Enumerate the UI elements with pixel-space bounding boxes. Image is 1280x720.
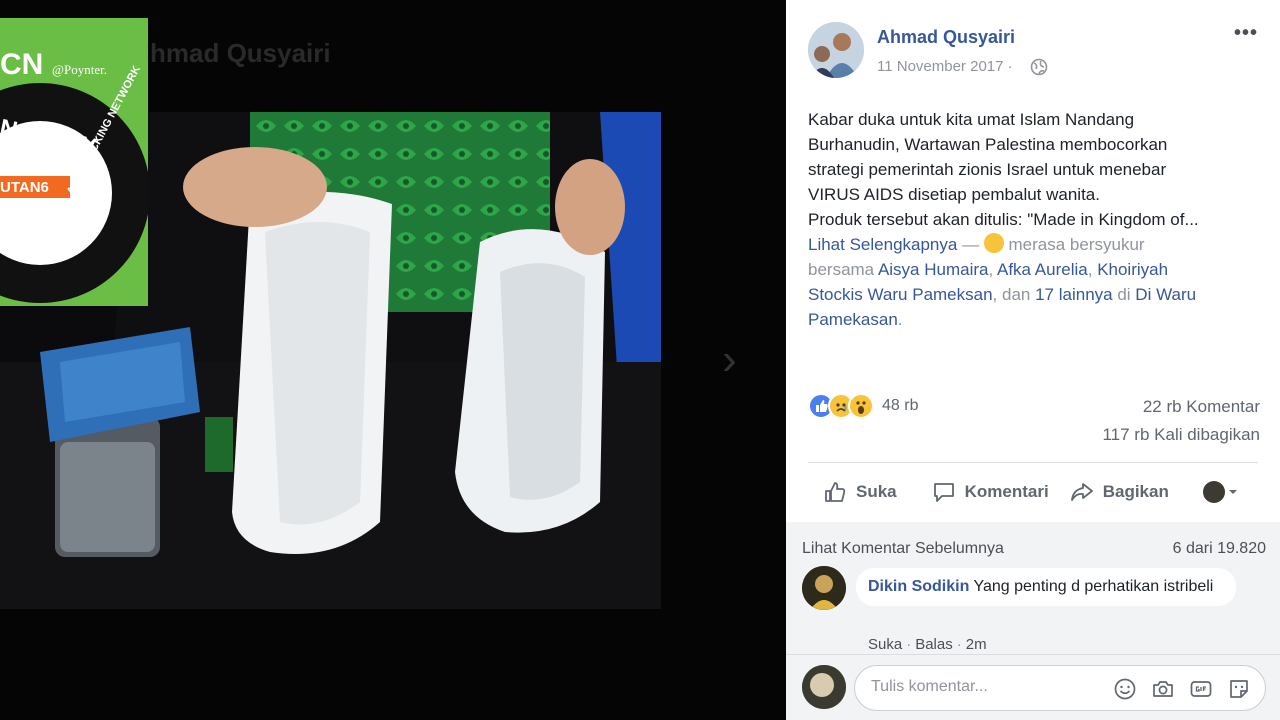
post-line: Kabar duka untuk kita umat Islam Nandang <box>808 110 1135 129</box>
post-line: Burhanudin, Wartawan Palestina membocork… <box>808 135 1168 154</box>
poynter-text: @Poynter. <box>52 62 107 77</box>
dash: — <box>957 235 984 254</box>
react-as-selector[interactable] <box>1202 481 1241 503</box>
small-avatar <box>1202 481 1225 503</box>
tag-link[interactable]: Aisya Humaira <box>878 260 989 279</box>
comments-pagination: 6 dari 19.820 <box>1172 540 1266 557</box>
wow-glyph <box>856 401 866 414</box>
post-line-place: Pamekasan. <box>808 307 1268 332</box>
grinning-face-icon <box>983 233 1004 253</box>
author-name-link[interactable]: Ahmad Qusyairi <box>877 27 1015 48</box>
like-label: Suka <box>856 482 897 501</box>
comment-actions: Suka · Balas · 2m <box>868 636 987 653</box>
comma: , <box>1087 260 1098 279</box>
comment-input-box <box>854 665 1266 711</box>
globe-icon <box>1030 58 1048 76</box>
sticker-icon[interactable] <box>1227 677 1251 701</box>
current-user-photo <box>802 665 846 709</box>
media-viewer: hmad Qusyairi › CN @Poynter. NATORY ACT-… <box>0 0 786 720</box>
comment-like-link[interactable]: Suka <box>868 636 902 653</box>
ifcn-signatory-badge: CN @Poynter. NATORY ACT-CHECKING NETWORK… <box>0 18 148 306</box>
commenter-avatar[interactable] <box>802 566 846 610</box>
chevron-down-icon <box>1228 490 1237 494</box>
emoji-icon[interactable] <box>1113 677 1137 701</box>
post-line-tags2: Stockis Waru Pameksan, dan 17 lainnya di… <box>808 282 1268 307</box>
reaction-summary[interactable]: 48 rb <box>808 393 918 419</box>
post-date[interactable]: 11 November 2017 · <box>877 58 1013 75</box>
shares-count-link[interactable]: 117 rb Kali dibagikan <box>1102 425 1260 445</box>
thumbs-up-icon <box>825 482 846 502</box>
separator: · <box>906 636 912 653</box>
see-more-link[interactable]: Lihat Selengkapnya <box>808 235 957 254</box>
post-panel: Ahmad Qusyairi 11 November 2017 · ••• Ka… <box>786 0 1280 720</box>
tag-link[interactable]: Stockis Waru Pameksan <box>808 285 993 304</box>
screenshot: hmad Qusyairi › CN @Poynter. NATORY ACT-… <box>0 0 1280 720</box>
comments-count-link[interactable]: 22 rb Komentar <box>1143 397 1260 417</box>
share-icon <box>1070 483 1093 501</box>
more-options-icon[interactable]: ••• <box>1234 22 1258 45</box>
period: . <box>897 310 903 329</box>
others-link[interactable]: 17 lainnya <box>1035 285 1113 304</box>
comment-input[interactable] <box>871 678 1101 696</box>
divider <box>808 462 1258 463</box>
post-line: strategi pemerintah zionis Israel untuk … <box>808 160 1167 179</box>
next-arrow-icon[interactable]: › <box>722 335 737 385</box>
place-link[interactable]: Di Waru <box>1135 285 1196 304</box>
reaction-count: 48 rb <box>882 397 919 414</box>
comment-button[interactable]: Komentari <box>931 479 1049 505</box>
comment-text: Yang penting d perhatikan istribeli <box>969 578 1214 595</box>
comment-label: Komentari <box>964 482 1049 501</box>
separator: · <box>956 636 962 653</box>
share-button[interactable]: Bagikan <box>1069 479 1169 505</box>
view-previous-comments-link[interactable]: Lihat Komentar Sebelumnya <box>802 540 1004 558</box>
commenter-photo <box>802 566 846 610</box>
like-button[interactable]: Suka <box>822 479 897 505</box>
author-avatar[interactable] <box>808 22 864 78</box>
liputan6-logo: UTAN6 <box>0 179 49 196</box>
share-label: Bagikan <box>1102 482 1169 501</box>
post-line: VIRUS AIDS disetiap pembalut wanita. <box>808 185 1100 204</box>
ghost-author-name: hmad Qusyairi <box>150 38 331 68</box>
tag-link[interactable]: Afka Aurelia <box>997 260 1088 279</box>
post-line: Produk tersebut akan ditulis: "Made in K… <box>808 210 1199 229</box>
ifcn-text: CN <box>0 48 44 81</box>
post-line-see-more: Lihat Selengkapnya — merasa bersyukur <box>808 232 1268 257</box>
comment-composer <box>786 654 1280 720</box>
post-line-tags: bersama Aisya Humaira, Afka Aurelia, Kho… <box>808 257 1268 282</box>
feeling-text: merasa bersyukur <box>1003 235 1145 254</box>
tag-link[interactable]: Khoiriyah <box>1097 260 1168 279</box>
commenter-name-link[interactable]: Dikin Sodikin <box>868 578 969 595</box>
comment-bubble: Dikin Sodikin Yang penting d perhatikan … <box>856 568 1236 606</box>
post-actions: Suka Komentari Bagikan <box>808 470 1268 514</box>
place-link[interactable]: Pamekasan <box>808 310 898 329</box>
comments-section: Lihat Komentar Sebelumnya 6 dari 19.820 … <box>786 522 1280 720</box>
wow-icon <box>848 393 874 419</box>
comment-reply-link[interactable]: Balas <box>915 636 953 653</box>
and-text: , dan <box>992 285 1036 304</box>
comment-icon <box>933 483 954 502</box>
post-body: Kabar duka untuk kita umat Islam Nandang… <box>808 107 1268 332</box>
with-text: bersama <box>808 260 878 279</box>
avatar-photo <box>808 22 864 78</box>
comma: , <box>988 260 997 279</box>
at-text: di <box>1112 285 1136 304</box>
camera-icon[interactable] <box>1151 677 1175 701</box>
gif-icon[interactable] <box>1189 677 1213 701</box>
comment-time[interactable]: 2m <box>966 636 987 653</box>
current-user-avatar[interactable] <box>802 665 846 709</box>
